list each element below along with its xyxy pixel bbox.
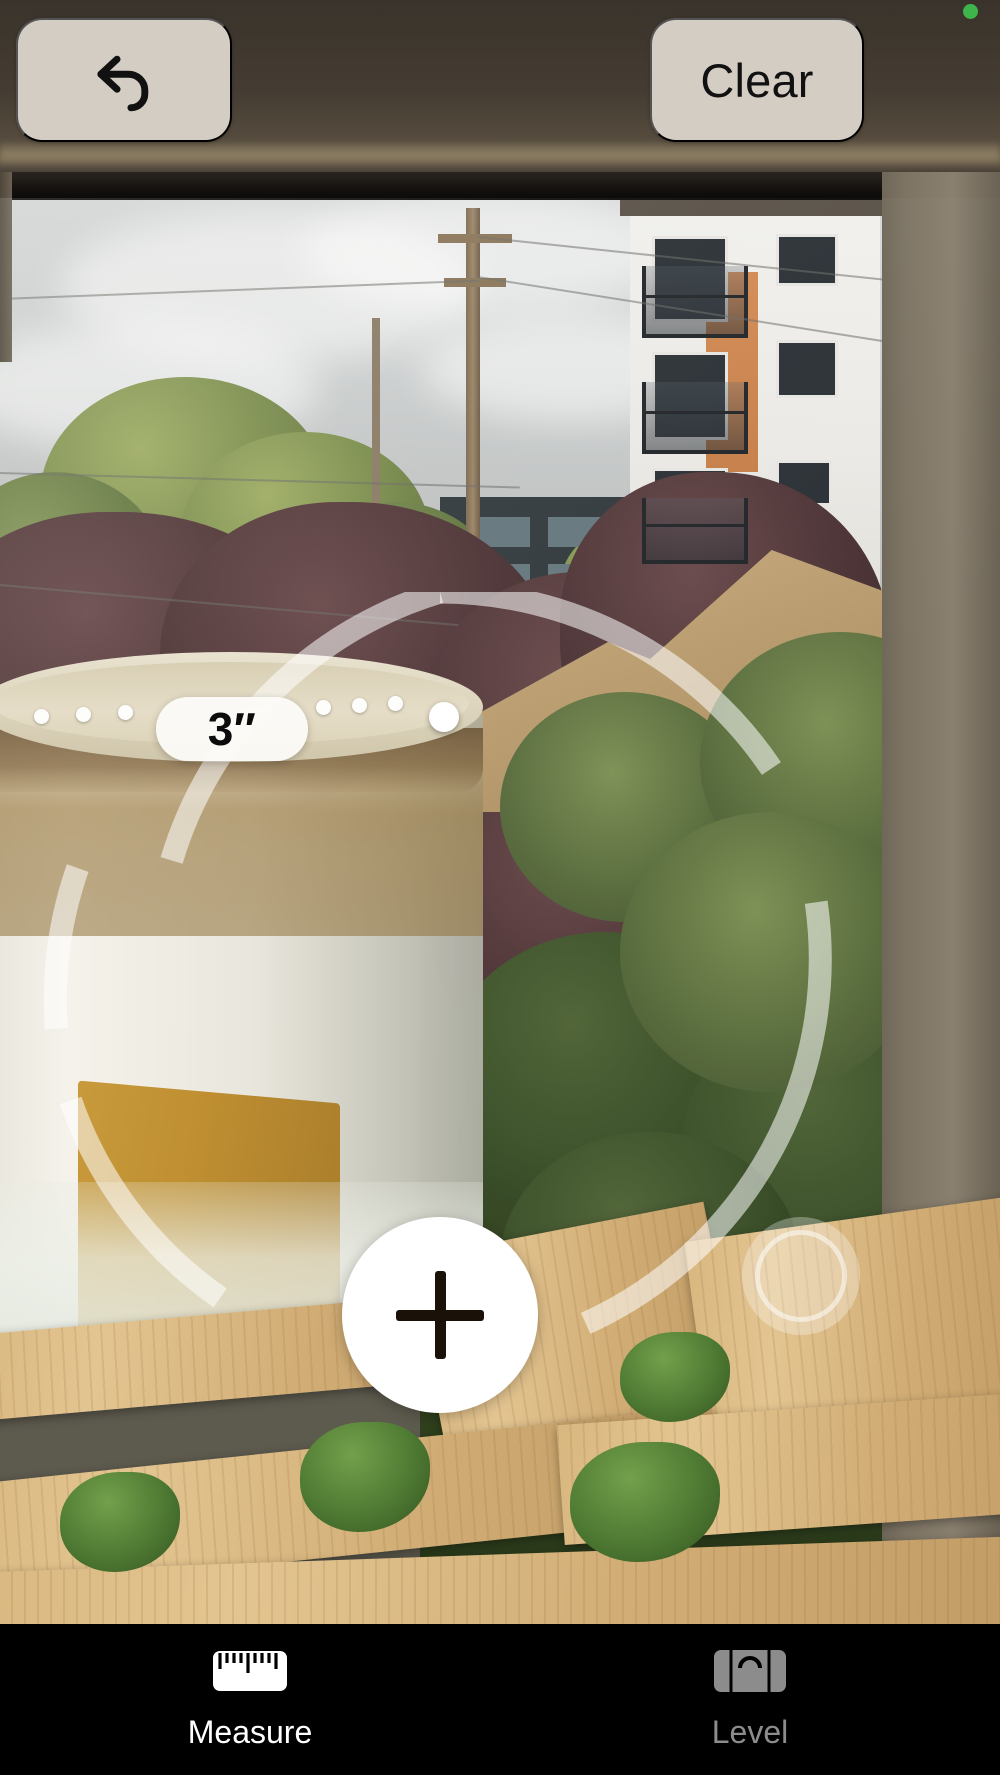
measurement-overlay: 3″: [0, 172, 1000, 1624]
top-toolbar: Clear: [0, 0, 1000, 172]
tab-level[interactable]: Level: [500, 1624, 1000, 1775]
measurement-value-badge[interactable]: 3″: [156, 697, 308, 761]
measure-dot: [76, 707, 91, 722]
bubble-level-icon: [714, 1648, 786, 1694]
undo-button[interactable]: [16, 18, 232, 142]
tab-measure-label: Measure: [187, 1714, 313, 1750]
plus-icon: [396, 1271, 484, 1359]
camera-viewfinder[interactable]: 3″: [0, 172, 1000, 1624]
clear-button[interactable]: Clear: [650, 18, 864, 142]
measurement-endpoint-dot[interactable]: [429, 702, 459, 732]
toolbar-light-streak: [0, 140, 1000, 166]
tab-measure[interactable]: Measure: [0, 1624, 500, 1775]
measurement-value-label: 3″: [207, 703, 257, 755]
measure-dot: [34, 709, 49, 724]
shutter-ring-icon: [755, 1230, 847, 1322]
measure-dot: [388, 696, 403, 711]
ruler-icon: [213, 1648, 287, 1694]
capture-photo-button[interactable]: [742, 1217, 860, 1335]
measure-app-screen: Clear 3″ Measure Level: [0, 0, 1000, 1775]
camera-in-use-indicator-icon: [963, 4, 978, 19]
clear-button-label: Clear: [700, 53, 814, 107]
undo-arrow-icon: [87, 43, 161, 117]
tab-level-label: Level: [711, 1714, 789, 1750]
measure-dot: [118, 705, 133, 720]
measure-dot: [352, 698, 367, 713]
bottom-tab-bar: Measure Level: [0, 1624, 1000, 1775]
add-measurement-point-button[interactable]: [342, 1217, 538, 1413]
measure-dot: [316, 700, 331, 715]
